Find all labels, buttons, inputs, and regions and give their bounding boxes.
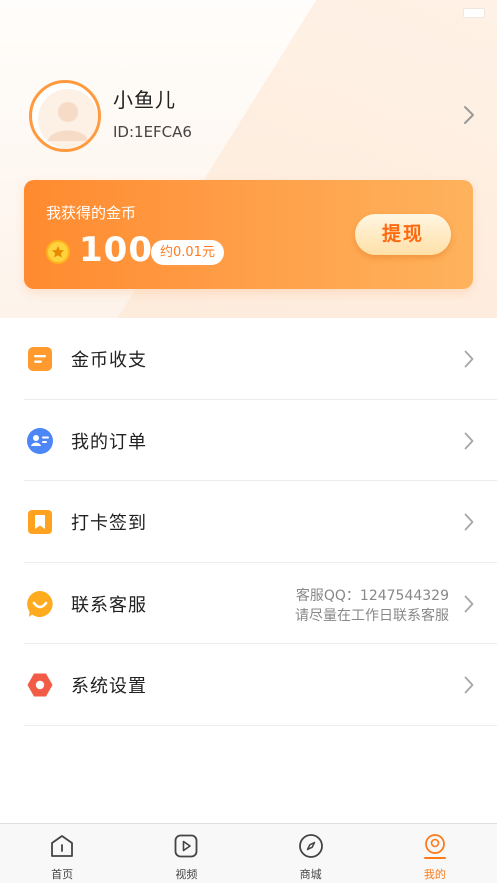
menu-item-coin-ledger[interactable]: 金币收支 (24, 318, 497, 400)
chevron-right-icon (464, 676, 474, 694)
menu-item-label: 系统设置 (71, 676, 147, 697)
coin-amount: 100 (79, 230, 153, 270)
battery-icon (463, 8, 485, 18)
profile-screen: 小鱼儿 ID:1EFCA6 我获得的金币 100 约0.01元 提现 金币收支 (0, 0, 497, 883)
menu-item-label: 打卡签到 (71, 513, 147, 534)
coin-approx-value: 约0.01元 (151, 240, 224, 265)
settings-icon (27, 673, 53, 697)
home-icon (51, 835, 74, 857)
menu-item-label: 金币收支 (71, 350, 147, 371)
user-id: ID:1EFCA6 (113, 123, 192, 141)
video-icon (174, 834, 198, 858)
order-icon (27, 427, 53, 454)
menu-item-settings[interactable]: 系统设置 (24, 644, 497, 726)
withdraw-button[interactable]: 提现 (355, 214, 451, 255)
default-avatar-icon (38, 89, 98, 149)
tab-video[interactable]: 视频 (124, 824, 248, 883)
menu-item-label: 我的订单 (71, 431, 147, 453)
chevron-right-icon (464, 350, 474, 368)
chevron-right-icon (464, 513, 474, 531)
avatar[interactable] (29, 80, 101, 152)
menu-item-customer-service[interactable]: 联系客服 客服QQ：1247544329 请尽量在工作日联系客服 (24, 563, 497, 644)
chevron-right-icon (464, 432, 474, 449)
menu-item-checkin[interactable]: 打卡签到 (24, 481, 497, 563)
tab-home[interactable]: 首页 (0, 824, 124, 883)
menu-list: 金币收支 我的订单 打卡签到 联系客服 客服QQ：1247544329 请尽量在… (0, 318, 497, 726)
chevron-right-icon (464, 595, 474, 612)
bookmark-icon (28, 510, 52, 534)
tab-label: 视频 (175, 868, 198, 881)
menu-item-label: 联系客服 (71, 594, 147, 616)
customer-service-note: 请尽量在工作日联系客服 (295, 607, 449, 624)
profile-row[interactable]: 小鱼儿 ID:1EFCA6 (29, 80, 479, 154)
chevron-right-icon[interactable] (463, 105, 475, 125)
tab-bar: 首页 视频 商城 我的 (0, 823, 497, 883)
smile-icon (27, 590, 53, 617)
profile-icon (423, 834, 446, 859)
menu-item-orders[interactable]: 我的订单 (24, 400, 497, 481)
nickname: 小鱼儿 (113, 88, 176, 112)
customer-service-info: 客服QQ：1247544329 请尽量在工作日联系客服 (295, 586, 449, 626)
tab-label: 我的 (423, 868, 446, 881)
tab-mall[interactable]: 商城 (249, 824, 373, 883)
customer-service-qq: 客服QQ：1247544329 (295, 587, 449, 604)
coin-ledger-icon (28, 347, 52, 371)
tab-label: 首页 (51, 868, 74, 881)
coin-card: 我获得的金币 100 约0.01元 提现 (24, 180, 473, 289)
coin-card-title: 我获得的金币 (46, 204, 137, 222)
tab-label: 商城 (299, 868, 322, 881)
coin-icon (46, 240, 70, 264)
tab-mine[interactable]: 我的 (373, 824, 497, 883)
compass-icon (298, 834, 323, 858)
